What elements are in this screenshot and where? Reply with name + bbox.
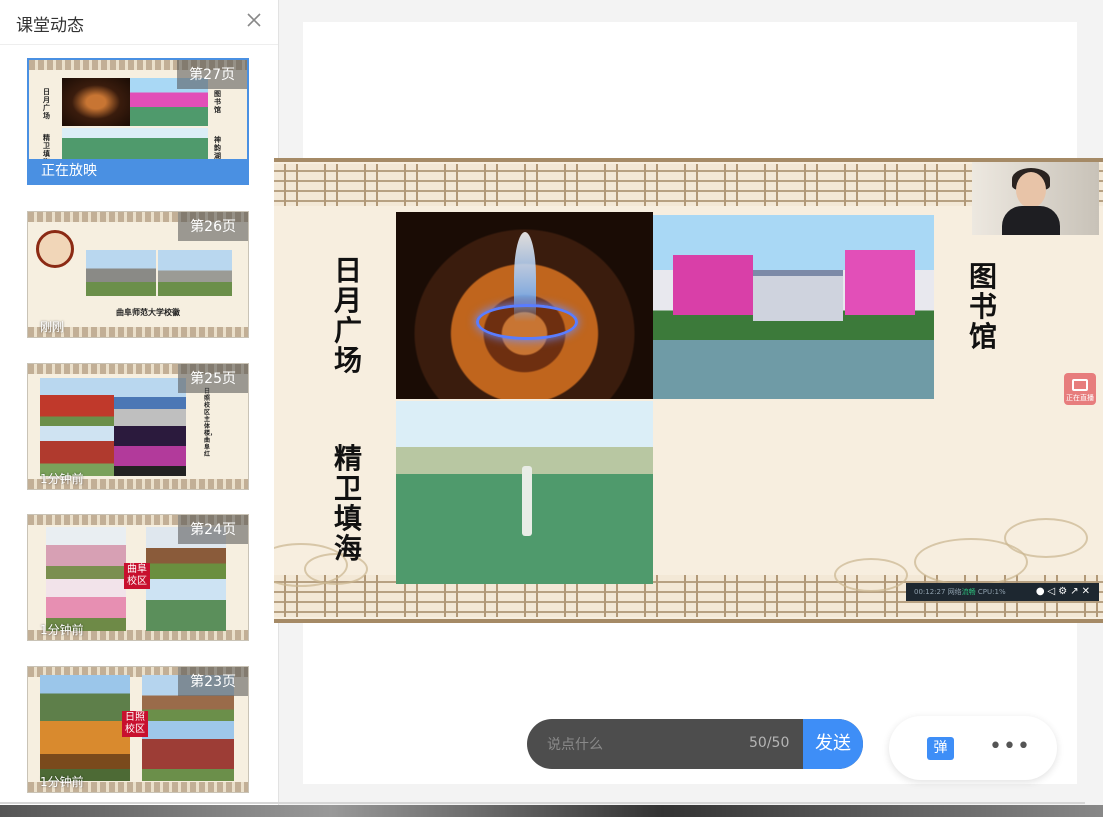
slide-thumbnail-26[interactable]: 曲阜师范大学校徽 第26页 刚刚	[27, 211, 249, 338]
camera-icon	[1072, 379, 1088, 391]
cloud-ornament	[1004, 518, 1088, 558]
thumb-image	[40, 721, 130, 781]
fountain-photo	[396, 212, 653, 399]
thumb-image	[40, 426, 114, 476]
label-jingwei: 精卫填海	[333, 442, 362, 565]
thumb-image	[146, 579, 226, 631]
cpu-usage: CPU:1%	[977, 588, 1006, 596]
school-emblem-icon	[36, 230, 74, 268]
stream-controls[interactable]: ●◁⚙↗✕	[1036, 583, 1093, 601]
slide-thumbnail-23[interactable]: 日照校区 第23页 1分钟前	[27, 666, 249, 793]
thumb-label: 日月广场	[43, 88, 50, 120]
network-status: 流畅	[961, 588, 976, 596]
thumb-timestamp: 1分钟前	[40, 472, 84, 486]
speaker-icon[interactable]: ◁	[1048, 586, 1059, 597]
send-button[interactable]: 发送	[803, 719, 863, 769]
thumb-image	[40, 378, 114, 426]
danmu-toggle-button[interactable]: 弹	[927, 737, 954, 760]
thumb-label: 图书馆	[214, 90, 221, 114]
thumb-timestamp: 1分钟前	[40, 623, 84, 637]
lake-statue-photo	[396, 401, 653, 584]
live-label: 正在直播	[1066, 394, 1094, 402]
settings-icon[interactable]: ⚙	[1058, 586, 1070, 597]
thumb-image	[142, 721, 234, 781]
thumb-page-number: 第25页	[178, 364, 248, 393]
mic-icon[interactable]: ●	[1036, 586, 1048, 597]
thumb-page-number: 第27页	[177, 60, 247, 89]
comment-bar: 50/50 发送	[527, 719, 863, 769]
slide-thumbnail-25[interactable]: 日照校区主体楼，曲阜红 第25页 1分钟前	[27, 363, 249, 490]
expand-icon[interactable]: ↗	[1070, 586, 1081, 597]
slide-thumbnail-27[interactable]: 日月广场 图书馆 精卫填海 神韵湖 第27页 正在放映	[27, 58, 249, 185]
thumb-page-number: 第23页	[178, 667, 248, 696]
thumb-image	[40, 675, 130, 721]
thumb-caption: 曲阜师范大学校徽	[116, 308, 180, 317]
cloud-ornament	[834, 558, 908, 592]
comment-char-count: 50/50	[749, 735, 790, 751]
thumb-image	[46, 527, 126, 579]
now-playing-label: 正在放映	[29, 159, 247, 183]
library-photo	[653, 215, 934, 399]
classroom-activity-panel: 课堂动态 日月广场 图书馆 精卫填海 神韵湖 第27页 正在放映 曲阜师范大学校…	[0, 0, 279, 805]
comment-input[interactable]	[545, 719, 749, 769]
stream-timer: 00:12:27	[914, 588, 946, 596]
thumb-image	[114, 426, 186, 476]
thumb-page-number: 第26页	[178, 212, 248, 241]
horizontal-scrollbar[interactable]	[0, 802, 1085, 804]
live-broadcast-button[interactable]: 正在直播	[1064, 373, 1096, 405]
taskbar-strip	[0, 805, 1103, 817]
more-options-button[interactable]: •••	[989, 734, 1030, 760]
thumb-image	[114, 378, 186, 426]
slide-thumbnail-24[interactable]: 曲阜校区 第24页 1分钟前	[27, 514, 249, 641]
campus-badge: 日照校区	[122, 711, 148, 737]
thumb-caption: 日照校区主体楼，曲阜红	[204, 388, 217, 458]
close-icon[interactable]	[244, 10, 264, 30]
stream-status-bar: 00:12:27 网络流畅 CPU:1% ●◁⚙↗✕	[906, 583, 1099, 601]
thumb-page-number: 第24页	[178, 515, 248, 544]
thumb-image	[62, 78, 130, 126]
current-slide: 日月广场 图书馆 精卫填海 正在直播 00:12:27 网络流畅 CPU:1% …	[274, 158, 1103, 623]
close-icon[interactable]: ✕	[1082, 586, 1093, 597]
teacher-webcam-preview[interactable]	[972, 162, 1099, 235]
label-sun-moon-square: 日月广场	[333, 254, 362, 377]
thumb-image	[158, 250, 232, 296]
action-pill: 弹 •••	[889, 716, 1057, 780]
thumb-image	[86, 250, 156, 296]
campus-badge: 曲阜校区	[124, 563, 150, 589]
network-label: 网络	[947, 588, 962, 596]
thumb-label: 神韵湖	[214, 136, 221, 160]
panel-header: 课堂动态	[0, 0, 278, 45]
thumb-timestamp: 1分钟前	[40, 775, 84, 789]
panel-title: 课堂动态	[16, 16, 84, 36]
thumb-timestamp: 刚刚	[40, 320, 65, 334]
label-library: 图书馆	[968, 260, 997, 353]
thumb-image	[62, 128, 208, 162]
